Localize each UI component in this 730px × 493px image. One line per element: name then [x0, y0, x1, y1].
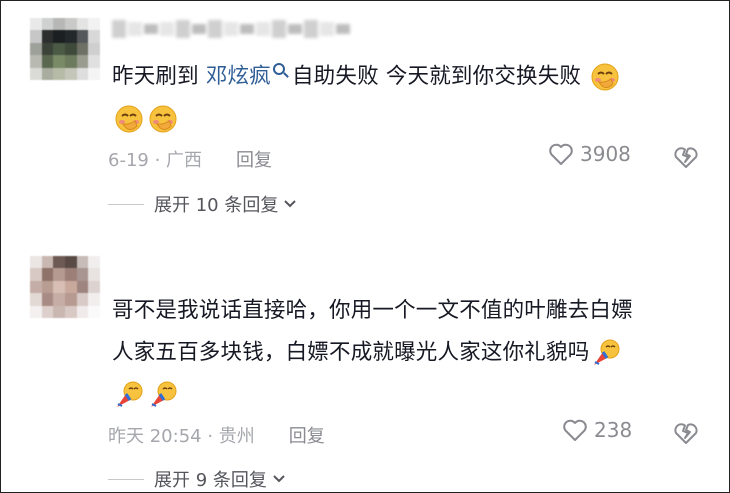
comment-item: 哥不是我说话直接哈，你用一个一文不值的叶雕去白嫖 人家五百多块钱，白嫖不成就曝光… [0, 240, 730, 493]
expand-replies-button[interactable]: 展开 9 条回复 [108, 466, 285, 492]
chevron-down-icon [284, 200, 297, 208]
comment-text: 哥不是我说话直接哈，你用一个一文不值的叶雕去白嫖 人家五百多块钱，白嫖不成就曝光… [112, 290, 712, 416]
avatar[interactable] [30, 18, 100, 80]
chevron-down-icon [273, 475, 285, 483]
expand-replies-label: 展开 9 条回复 [154, 470, 267, 491]
heart-icon [549, 143, 573, 165]
heart-icon [563, 419, 587, 441]
comment-text-part: 昨天刷到 [112, 64, 206, 89]
reply-button[interactable]: 回复 [289, 422, 325, 448]
dislike-broken-heart-icon[interactable] [672, 144, 700, 170]
dislike-broken-heart-icon[interactable] [672, 420, 700, 446]
mention-link[interactable]: 邓炫疯 [206, 64, 271, 89]
date-location: 昨天 20:54 · 贵州 [108, 426, 255, 447]
blushing-emoji-icon [149, 105, 177, 133]
like-button[interactable]: 238 [562, 418, 632, 442]
comment-line: 哥不是我说话直接哈，你用一个一文不值的叶雕去白嫖 [112, 298, 633, 323]
username-blurred[interactable] [112, 14, 362, 44]
comment-item: 昨天刷到 邓炫疯 自助失败 今天就到你交换失败 6-19 · 广西 回复 390… [0, 0, 730, 230]
comment-meta: 6-19 · 广西 回复 [108, 146, 272, 172]
expand-replies-button[interactable]: 展开 10 条回复 [108, 191, 297, 217]
avatar[interactable] [30, 256, 100, 318]
party-horn-emoji-icon [151, 381, 177, 407]
comment-meta: 昨天 20:54 · 贵州 回复 [108, 422, 325, 448]
comment-line: 人家五百多块钱，白嫖不成就曝光人家这你礼貌吗 [112, 340, 590, 365]
date-location: 6-19 · 广西 [108, 150, 203, 171]
divider-line [108, 203, 144, 205]
search-icon[interactable] [272, 63, 285, 75]
like-button[interactable]: 3908 [548, 142, 631, 166]
expand-replies-label: 展开 10 条回复 [154, 195, 279, 216]
divider-line [108, 478, 144, 480]
like-count: 238 [594, 418, 633, 442]
party-horn-emoji-icon [594, 339, 620, 365]
comment-text: 昨天刷到 邓炫疯 自助失败 今天就到你交换失败 [112, 56, 712, 140]
blushing-emoji-icon [115, 105, 143, 133]
reply-button[interactable]: 回复 [236, 146, 272, 172]
party-horn-emoji-icon [117, 381, 143, 407]
like-count: 3908 [580, 142, 631, 166]
comment-text-part: 自助失败 今天就到你交换失败 [284, 64, 582, 89]
blushing-emoji-icon [591, 63, 619, 91]
